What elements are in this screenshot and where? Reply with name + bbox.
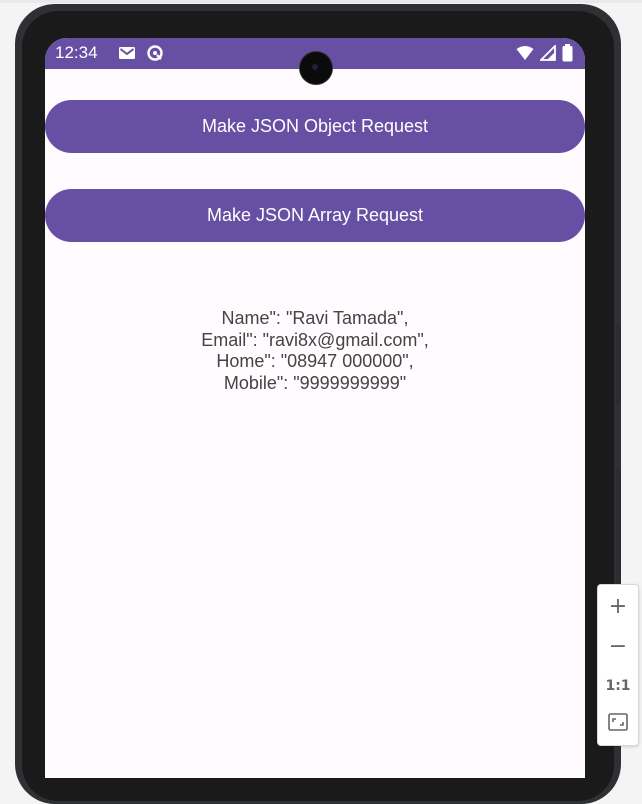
top-divider (0, 0, 642, 3)
zoom-out-button[interactable]: − (598, 627, 638, 665)
front-camera (300, 52, 332, 84)
zoom-in-button[interactable]: + (598, 587, 638, 625)
zoom-controls: + − 1:1 (597, 584, 639, 746)
response-line-mobile: Mobile": "9999999999" (223, 372, 407, 393)
response-text: Name": "Ravi Tamada", Email": "ravi8x@gm… (45, 308, 585, 394)
wifi-icon (516, 45, 534, 66)
system-icons (516, 43, 573, 67)
fit-screen-button[interactable] (598, 705, 638, 743)
json-array-request-button[interactable]: Make JSON Array Request (45, 189, 585, 242)
json-object-request-button[interactable]: Make JSON Object Request (45, 100, 585, 153)
fit-screen-icon (608, 713, 628, 735)
response-line-home: Home": "08947 000000", (216, 351, 414, 371)
device-screen: 12:34 Make JSON Object Request Make JSON… (45, 38, 585, 778)
notification-icons (118, 44, 164, 67)
actual-size-button[interactable]: 1:1 (598, 667, 638, 705)
response-line-name: Name": "Ravi Tamada", (221, 308, 409, 328)
battery-icon (562, 44, 573, 67)
sync-icon (146, 44, 164, 67)
volume-button[interactable] (616, 470, 621, 600)
power-button[interactable] (616, 325, 621, 405)
mail-icon (118, 44, 136, 67)
status-time: 12:34 (55, 43, 98, 62)
signal-icon (538, 43, 556, 66)
emulator-canvas: 12:34 Make JSON Object Request Make JSON… (0, 0, 642, 804)
response-line-email: Email": "ravi8x@gmail.com", (201, 329, 429, 350)
